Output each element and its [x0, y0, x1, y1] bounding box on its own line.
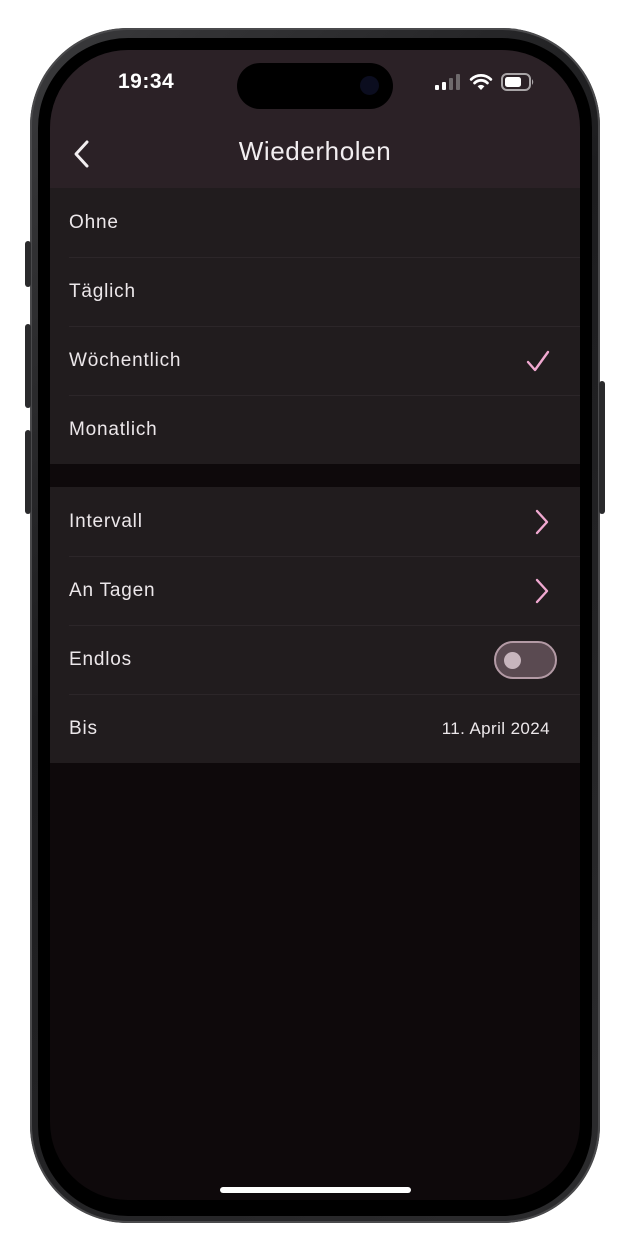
until-date-value: 11. April 2024 — [441, 718, 550, 738]
repeat-settings-list: Intervall An Tagen Endlos Bis 11. April … — [50, 487, 580, 763]
volume-up-button — [25, 324, 31, 408]
option-label: Ohne — [69, 211, 119, 233]
chevron-right-icon — [535, 509, 549, 534]
frequency-option-taeglich[interactable]: Täglich — [50, 257, 580, 326]
option-label: Monatlich — [69, 418, 158, 440]
wifi-icon — [469, 74, 493, 90]
frequency-list: Ohne Täglich Wöchentlich Monatlich — [50, 188, 580, 464]
until-row[interactable]: Bis 11. April 2024 — [50, 694, 580, 763]
status-time: 19:34 — [118, 70, 175, 93]
status-icons — [435, 72, 535, 92]
until-label: Bis — [69, 717, 98, 739]
frequency-option-ohne[interactable]: Ohne — [50, 188, 580, 257]
screen: 19:34 Wiederholen Ohne Täglich Wöchentli… — [50, 50, 580, 1200]
cellular-signal-icon — [435, 74, 460, 90]
option-label: Täglich — [69, 280, 136, 302]
front-camera — [360, 76, 379, 95]
option-label: Wöchentlich — [69, 349, 182, 371]
frequency-option-woechentlich[interactable]: Wöchentlich — [50, 326, 580, 395]
dynamic-island — [237, 63, 393, 109]
top-bar: 19:34 Wiederholen — [50, 50, 580, 188]
days-row[interactable]: An Tagen — [50, 556, 580, 625]
endless-label: Endlos — [69, 648, 132, 670]
battery-icon — [501, 73, 534, 91]
checkmark-icon — [526, 350, 550, 371]
endless-toggle[interactable] — [494, 640, 557, 679]
frequency-option-monatlich[interactable]: Monatlich — [50, 395, 580, 464]
action-button — [25, 241, 31, 287]
home-indicator[interactable] — [220, 1187, 411, 1193]
days-label: An Tagen — [69, 579, 156, 601]
volume-down-button — [25, 430, 31, 514]
toggle-knob — [504, 651, 521, 669]
interval-row[interactable]: Intervall — [50, 487, 580, 556]
page-title: Wiederholen — [238, 136, 392, 166]
power-button — [599, 381, 605, 514]
chevron-right-icon — [535, 578, 549, 603]
endless-row: Endlos — [50, 625, 580, 694]
interval-label: Intervall — [69, 510, 143, 532]
